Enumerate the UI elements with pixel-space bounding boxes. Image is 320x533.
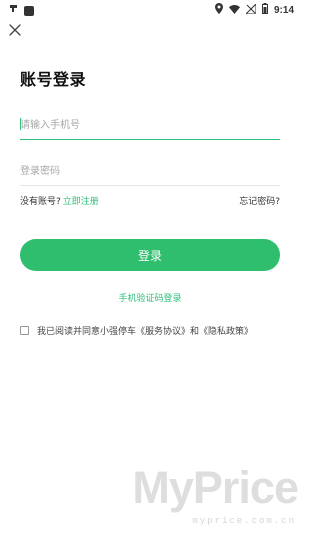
phone-input[interactable] — [20, 114, 280, 137]
no-account-text: 没有账号? — [20, 197, 61, 207]
forgot-password-link[interactable]: 忘记密码? — [239, 194, 280, 207]
status-right: 9:14 — [214, 2, 294, 19]
account-links-row: 没有账号? 立即注册 忘记密码? — [20, 194, 280, 208]
agreement-row: 我已阅读并同意小强停车《服务协议》和《隐私政策》 — [20, 324, 253, 337]
password-input[interactable] — [20, 160, 280, 183]
watermark-logo-text: MyPrice — [132, 462, 299, 513]
password-field[interactable] — [20, 159, 280, 186]
watermark: MyPrice myprice.com.cn — [124, 460, 300, 533]
status-left — [8, 3, 34, 19]
watermark-url: myprice.com.cn — [192, 516, 296, 526]
phone-underline — [20, 139, 280, 140]
status-time: 9:14 — [273, 5, 294, 16]
password-underline — [20, 185, 280, 186]
agreement-checkbox[interactable] — [20, 326, 29, 335]
login-button[interactable]: 登录 — [20, 239, 280, 271]
close-icon — [9, 24, 21, 36]
status-bar: 9:14 — [0, 0, 300, 20]
square-icon — [24, 6, 34, 16]
register-link[interactable]: 立即注册 — [63, 197, 99, 207]
sms-login-link[interactable]: 手机验证码登录 — [0, 291, 300, 304]
page-title: 账号登录 — [20, 70, 87, 89]
text-caret — [20, 118, 21, 130]
battery-icon — [261, 3, 268, 19]
agreement-text: 我已阅读并同意小强停车《服务协议》和《隐私政策》 — [37, 327, 254, 337]
wifi-icon — [228, 4, 240, 19]
signal-off-icon — [244, 2, 257, 19]
close-button[interactable] — [7, 22, 23, 38]
location-icon — [214, 3, 223, 19]
phone-field[interactable] — [20, 113, 280, 140]
app-notification-icon — [8, 3, 19, 19]
